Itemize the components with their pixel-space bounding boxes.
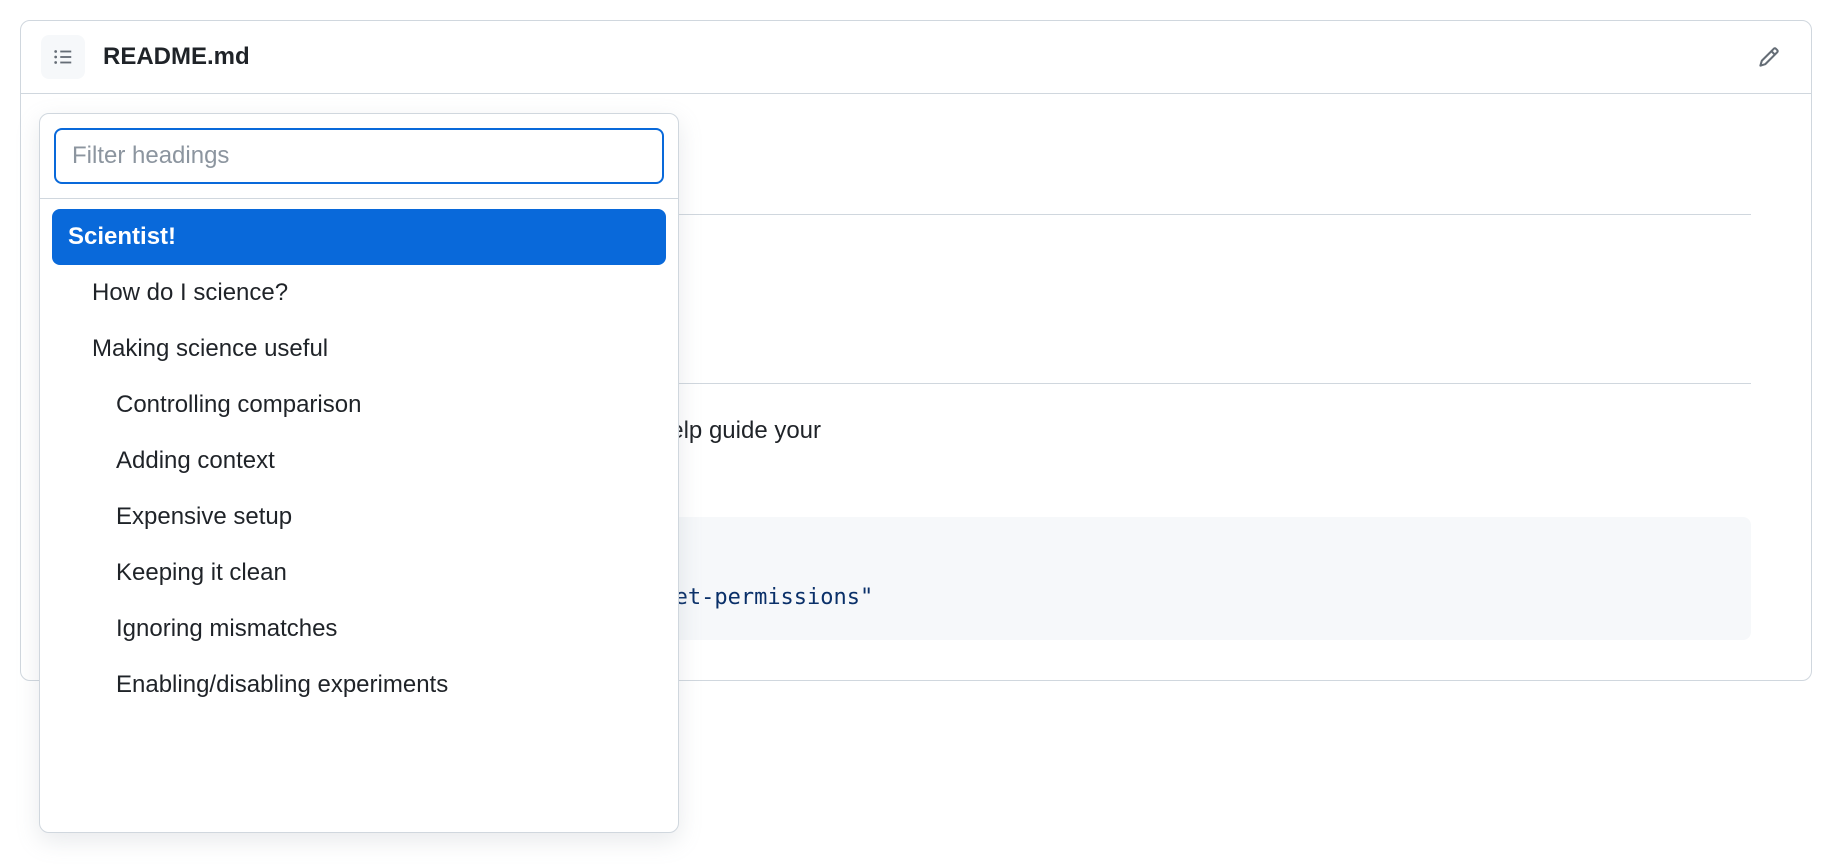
toc-popover: Scientist!How do I science?Making scienc… xyxy=(39,113,679,833)
toc-list[interactable]: Scientist!How do I science?Making scienc… xyxy=(40,199,678,832)
toc-item[interactable]: How do I science? xyxy=(52,265,666,321)
pencil-icon xyxy=(1758,46,1780,68)
list-icon xyxy=(52,46,74,68)
toc-item[interactable]: Making science useful xyxy=(52,321,666,377)
readme-file-box: README.md critical paths. CI passing you… xyxy=(20,20,1812,681)
file-title: README.md xyxy=(103,43,1747,71)
table-of-contents-button[interactable] xyxy=(41,35,85,79)
toc-item[interactable]: Adding context xyxy=(52,433,666,489)
toc-item[interactable]: Keeping it clean xyxy=(52,545,666,601)
toc-item[interactable]: Scientist! xyxy=(52,209,666,265)
toc-item[interactable]: Expensive setup xyxy=(52,489,666,545)
file-header: README.md xyxy=(21,21,1811,94)
toc-filter-wrap xyxy=(40,114,678,199)
toc-item[interactable]: Enabling/disabling experiments xyxy=(52,657,666,713)
edit-file-button[interactable] xyxy=(1747,35,1791,79)
toc-item[interactable]: Controlling comparison xyxy=(52,377,666,433)
toc-item[interactable]: Ignoring mismatches xyxy=(52,601,666,657)
filter-headings-input[interactable] xyxy=(54,128,664,184)
